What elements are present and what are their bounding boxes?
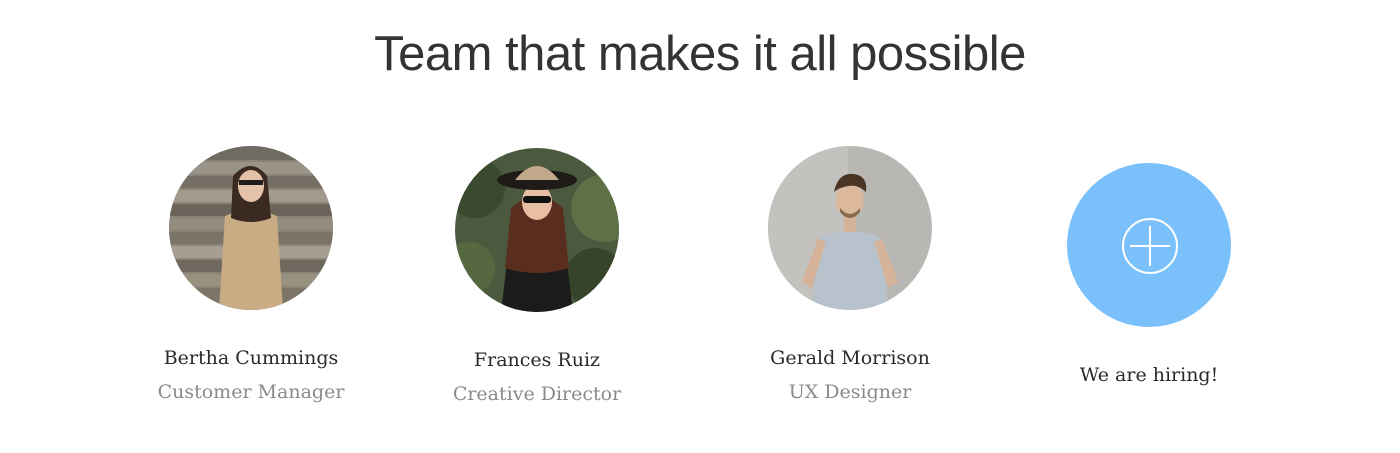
team-member-card [417,148,657,312]
team-member-card [730,146,970,310]
member-name: Bertha Cummings [163,347,339,369]
member-name: Frances Ruiz [473,349,601,371]
avatar-photo [169,146,333,310]
member-role: Creative Director [452,383,622,405]
member-name: Gerald Morrison [770,347,930,369]
avatar-photo [455,148,619,312]
avatar-photo [768,146,932,310]
hiring-label[interactable]: We are hiring! [1029,363,1269,387]
section-title: Team that makes it all possible [374,27,1026,81]
member-role: Customer Manager [157,381,345,403]
plus-circle-icon [1122,218,1178,274]
team-member-card [131,146,371,310]
member-role: UX Designer [788,381,912,403]
hiring-button[interactable] [1067,163,1231,327]
team-section: Team that makes it all possible Bertha C… [0,0,1400,453]
